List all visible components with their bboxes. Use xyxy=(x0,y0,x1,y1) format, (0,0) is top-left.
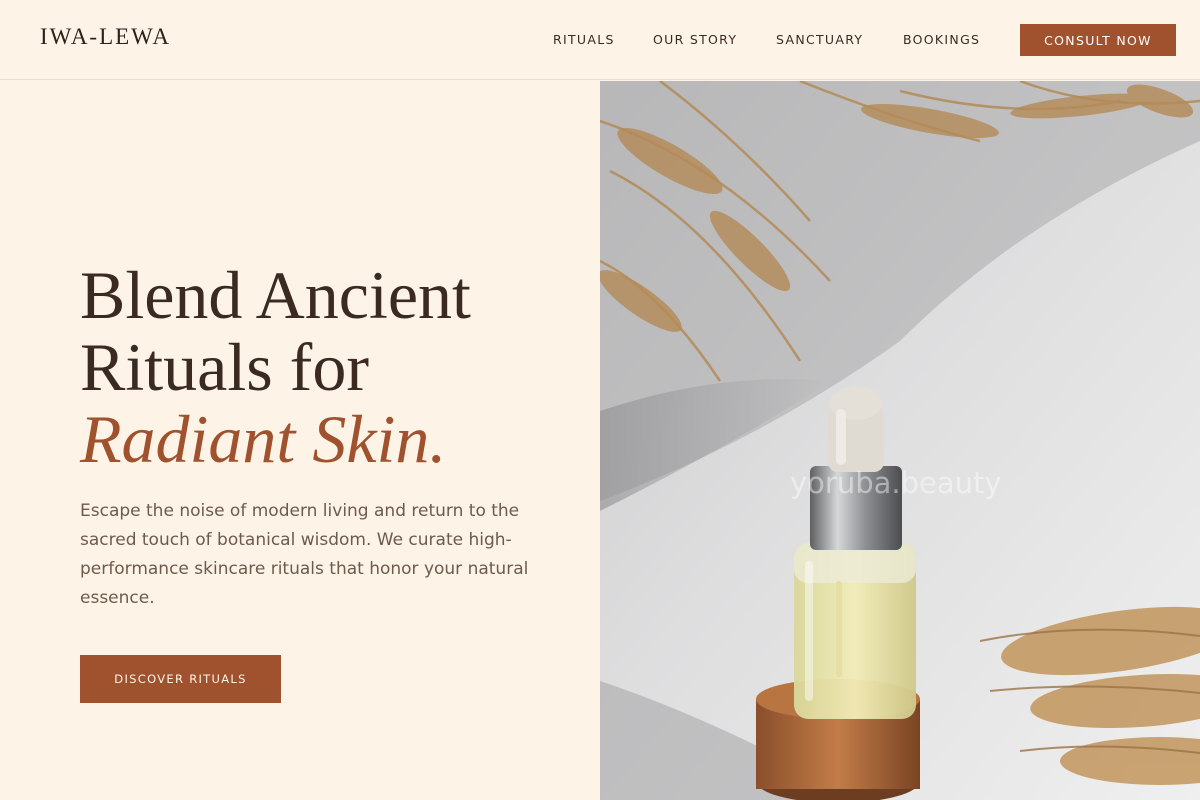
headline-accent: Radiant Skin. xyxy=(80,401,447,477)
image-watermark: yoruba.beauty xyxy=(790,466,1002,500)
site-header: IWA-LEWA RITUALS OUR STORY SANCTUARY BOO… xyxy=(0,0,1200,80)
consult-now-button[interactable]: CONSULT NOW xyxy=(1020,24,1176,56)
hero-text-panel: Blend Ancient Rituals for Radiant Skin. … xyxy=(0,81,600,800)
brand-logo[interactable]: IWA-LEWA xyxy=(40,24,171,50)
discover-rituals-button[interactable]: DISCOVER RITUALS xyxy=(80,655,281,703)
headline-line-1: Blend Ancient xyxy=(80,257,471,333)
hero-description: Escape the noise of modern living and re… xyxy=(80,501,529,608)
headline-line-2: Rituals for xyxy=(80,329,369,405)
serum-bottle-photo xyxy=(600,81,1200,800)
nav-link-rituals[interactable]: RITUALS xyxy=(553,32,615,47)
hero-image: yoruba.beauty xyxy=(600,81,1200,800)
nav-link-bookings[interactable]: BOOKINGS xyxy=(903,32,980,47)
nav-link-our-story[interactable]: OUR STORY xyxy=(653,32,737,47)
hero-headline: Blend Ancient Rituals for Radiant Skin. xyxy=(80,259,580,475)
nav-link-sanctuary[interactable]: SANCTUARY xyxy=(776,32,863,47)
